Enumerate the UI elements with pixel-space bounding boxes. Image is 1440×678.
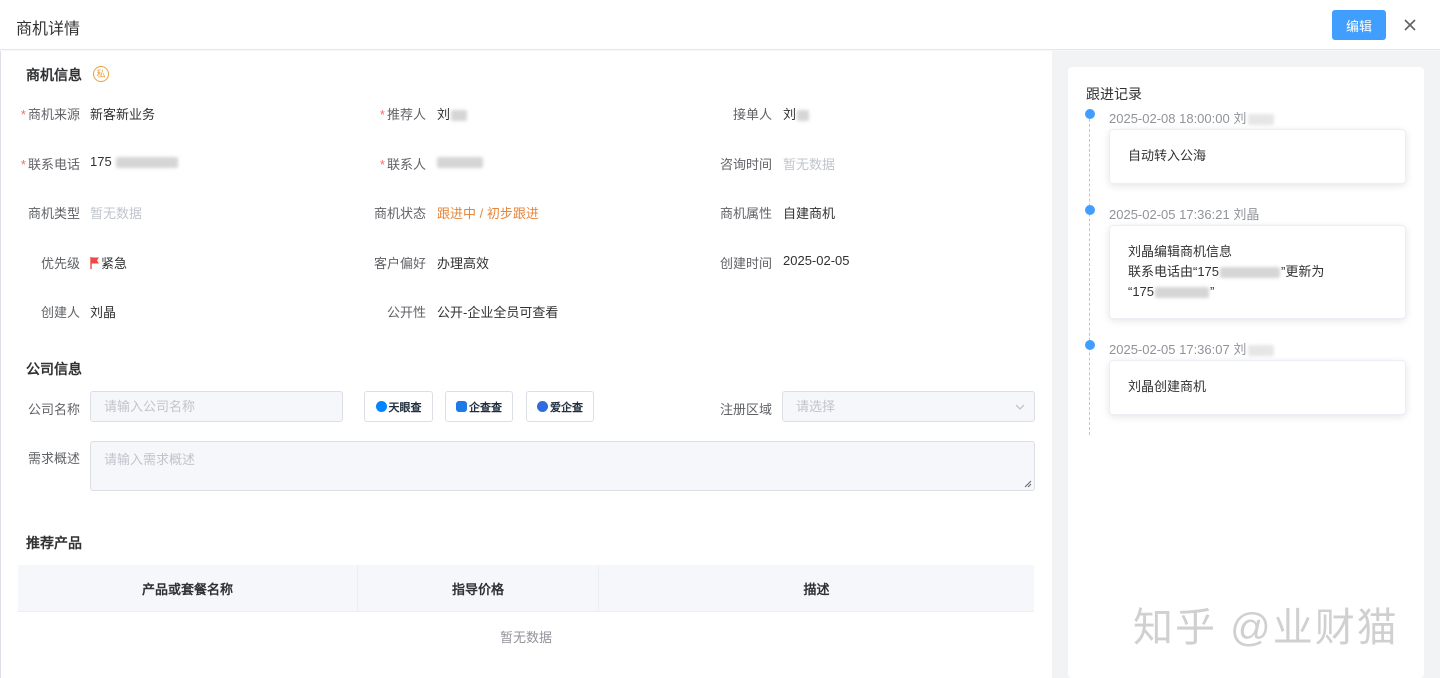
label-priority: 优先级 bbox=[40, 256, 80, 271]
timeline-card: 自动转入公海 bbox=[1109, 129, 1406, 184]
timeline-card-text: “175” bbox=[1128, 284, 1215, 299]
label-biz-type: 商机类型 bbox=[27, 206, 80, 221]
section-title-biz-info: 商机信息 bbox=[26, 67, 82, 83]
timeline-card-text: 自动转入公海 bbox=[1128, 148, 1207, 163]
masked-text bbox=[1248, 114, 1275, 126]
products-table: 产品或套餐名称 指导价格 描述 暂无数据 bbox=[18, 565, 1034, 660]
dialog-title: 商机详情 bbox=[16, 21, 81, 38]
masked-text bbox=[1155, 287, 1210, 299]
label-contact: * 联系人 bbox=[379, 157, 426, 172]
timeline-dot bbox=[1085, 109, 1095, 119]
demand-textarea[interactable]: 请输入需求概述 bbox=[90, 441, 1035, 491]
followup-panel: 跟进记录 2025-02-08 18:00:00 刘 自动转入公海 2025-0… bbox=[1068, 67, 1424, 678]
timeline-card: 刘晶编辑商机信息 联系电话由“175 ”更新为 “175” bbox=[1109, 225, 1406, 319]
value-source: 新客新业务 bbox=[90, 107, 156, 122]
chevron-down-icon bbox=[1015, 404, 1025, 410]
column-header-description: 描述 bbox=[803, 581, 830, 597]
watermark: 知乎 @业财猫 bbox=[1133, 606, 1399, 650]
value-biz-status: 跟进中 / 初步跟进 bbox=[437, 206, 539, 221]
value-phone: 175 bbox=[90, 154, 178, 169]
dialog-header: 商机详情 编辑 bbox=[0, 0, 1440, 50]
value-creator: 刘晶 bbox=[90, 305, 117, 320]
value-referrer: 刘 bbox=[437, 104, 468, 123]
label-phone: * 联系电话 bbox=[20, 157, 80, 172]
timeline-time: 2025-02-05 17:36:21 刘晶 bbox=[1109, 207, 1260, 222]
resize-handle-icon[interactable] bbox=[1024, 480, 1032, 488]
timeline-card-text: 刘晶创建商机 bbox=[1128, 379, 1207, 394]
column-header-guide-price: 指导价格 bbox=[358, 565, 599, 611]
followup-title: 跟进记录 bbox=[1086, 86, 1142, 102]
masked-text bbox=[451, 110, 468, 122]
masked-text bbox=[437, 157, 483, 169]
value-visibility: 公开-企业全员可查看 bbox=[437, 305, 559, 320]
aiqicha-logo-icon bbox=[537, 401, 548, 412]
company-name-input[interactable]: 请输入公司名称 bbox=[90, 391, 343, 422]
value-created-time: 2025-02-05 bbox=[783, 253, 850, 268]
label-demand: 需求概述 bbox=[27, 451, 80, 466]
label-source: * 商机来源 bbox=[20, 107, 80, 122]
label-preference: 客户偏好 bbox=[373, 256, 426, 271]
label-creator: 创建人 bbox=[40, 305, 80, 320]
qichacha-button[interactable]: 企查查 bbox=[445, 391, 513, 422]
label-created-time: 创建时间 bbox=[719, 256, 772, 271]
private-badge: 私 bbox=[93, 66, 109, 82]
aiqicha-button[interactable]: 爱企查 bbox=[526, 391, 594, 422]
label-company-name: 公司名称 bbox=[27, 402, 80, 417]
required-mark: * bbox=[379, 157, 385, 172]
masked-text bbox=[1248, 345, 1275, 357]
label-biz-attr: 商机属性 bbox=[719, 206, 772, 221]
timeline-line bbox=[1089, 109, 1090, 435]
masked-text bbox=[1220, 267, 1281, 279]
qichacha-logo-icon bbox=[456, 401, 467, 412]
label-referrer: * 推荐人 bbox=[379, 107, 426, 122]
timeline-time: 2025-02-08 18:00:00 刘 bbox=[1109, 108, 1275, 127]
value-receiver: 刘 bbox=[783, 104, 810, 123]
value-contact bbox=[437, 154, 483, 169]
masked-text bbox=[115, 157, 178, 169]
section-title-company-info: 公司信息 bbox=[26, 361, 82, 377]
value-consult-time: 暂无数据 bbox=[783, 157, 836, 172]
label-region: 注册区域 bbox=[719, 402, 772, 417]
value-biz-attr: 自建商机 bbox=[783, 206, 836, 221]
label-visibility: 公开性 bbox=[386, 305, 426, 320]
timeline-dot bbox=[1085, 340, 1095, 350]
tianyancha-button[interactable]: 天眼查 bbox=[364, 391, 433, 422]
table-header: 产品或套餐名称 指导价格 描述 bbox=[18, 565, 1034, 612]
required-mark: * bbox=[20, 157, 26, 172]
label-consult-time: 咨询时间 bbox=[719, 157, 772, 172]
required-mark: * bbox=[20, 107, 26, 122]
section-title-products: 推荐产品 bbox=[26, 535, 82, 551]
table-empty-text: 暂无数据 bbox=[499, 629, 552, 645]
timeline-time: 2025-02-05 17:36:07 刘 bbox=[1109, 339, 1275, 358]
label-biz-status: 商机状态 bbox=[373, 206, 426, 221]
required-mark: * bbox=[379, 107, 385, 122]
region-select[interactable]: 请选择 bbox=[782, 391, 1035, 422]
masked-text bbox=[797, 110, 810, 122]
timeline-dot bbox=[1085, 205, 1095, 215]
timeline-card: 刘晶创建商机 bbox=[1109, 360, 1406, 415]
value-priority: 紧急 bbox=[90, 253, 127, 272]
value-biz-type: 暂无数据 bbox=[90, 206, 143, 221]
edit-button[interactable]: 编辑 bbox=[1332, 10, 1386, 40]
label-receiver: 接单人 bbox=[732, 107, 772, 122]
timeline-card-text: 联系电话由“175 ”更新为 bbox=[1128, 264, 1325, 279]
tianyancha-logo-icon bbox=[375, 401, 387, 412]
close-icon[interactable] bbox=[1402, 17, 1418, 33]
value-preference: 办理高效 bbox=[437, 256, 490, 271]
flag-icon bbox=[90, 257, 99, 269]
column-header-product-name: 产品或套餐名称 bbox=[18, 565, 358, 611]
timeline-card-text: 刘晶编辑商机信息 bbox=[1128, 244, 1233, 259]
